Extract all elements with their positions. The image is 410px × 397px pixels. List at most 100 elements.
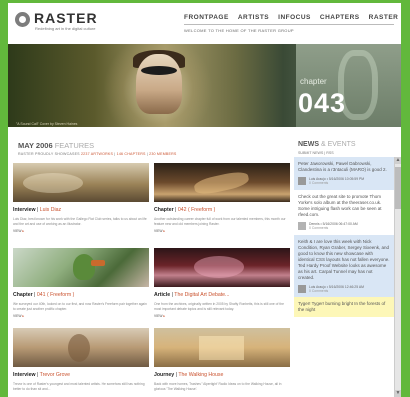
feature-thumbnail[interactable] bbox=[13, 328, 149, 367]
news-comments[interactable]: 0 Comments bbox=[309, 289, 328, 293]
news-item[interactable]: Tyger! Tyger! burning bright In the fore… bbox=[294, 297, 394, 318]
feature-subject[interactable]: Trevor Grove bbox=[40, 372, 70, 378]
news-text: Peter Jaworowski, Pawel Dabrowski, Cland… bbox=[298, 161, 387, 172]
meta-artworks[interactable]: 2237 ARTWORKS bbox=[81, 152, 113, 156]
feature-view-link[interactable]: VIEW ▸ bbox=[154, 314, 290, 318]
feature-kind: Chapter bbox=[13, 292, 33, 298]
feature-text: Another outstanding career chapter full … bbox=[154, 217, 286, 226]
feature-kind: Interview bbox=[13, 372, 36, 378]
feature-card: Interview | Luis Diaz Luis Diaz, best kn… bbox=[13, 163, 149, 233]
news-meta-text: Dennis • 5/16/2006 06:47:00 AM 0 Comment… bbox=[309, 221, 358, 231]
news-author[interactable]: Luis Araujo bbox=[309, 285, 326, 289]
hero-mask bbox=[141, 66, 177, 75]
avatar[interactable] bbox=[298, 284, 306, 293]
news-author[interactable]: Dennis bbox=[309, 222, 320, 226]
news-item[interactable]: Keith & I are love this week with Nick C… bbox=[294, 234, 394, 298]
feature-subject[interactable]: 041 ( Freeform ) bbox=[37, 292, 74, 298]
arrow-icon: ▸ bbox=[163, 314, 166, 319]
feature-thumbnail[interactable] bbox=[13, 248, 149, 287]
logo-icon[interactable] bbox=[15, 12, 30, 27]
news-submit-links[interactable]: SUBMIT NEWS | RSS bbox=[298, 151, 334, 155]
news-list: Peter Jaworowski, Pawel Dabrowski, Cland… bbox=[294, 157, 394, 397]
scroll-thumb[interactable] bbox=[395, 167, 401, 209]
feature-view-link[interactable]: VIEW ▸ bbox=[154, 229, 290, 233]
feature-subject[interactable]: 042 ( Freeform ) bbox=[178, 207, 215, 213]
feature-thumbnail[interactable] bbox=[154, 163, 290, 202]
feature-subject[interactable]: The Digital Art Debate... bbox=[174, 292, 229, 298]
chapter-number[interactable]: 043 bbox=[298, 88, 346, 119]
news-scrollbar[interactable]: ▲ ▼ bbox=[394, 157, 401, 397]
news-date: 5/16/2006 12:46:25 AM bbox=[328, 284, 364, 289]
feature-view-link[interactable]: VIEW ▸ bbox=[13, 314, 149, 318]
feature-text: Back with more homes, Trashes' 'Alpertig… bbox=[154, 382, 282, 391]
scroll-down-icon[interactable]: ▼ bbox=[395, 390, 401, 397]
feature-subject[interactable]: Luis Diaz bbox=[40, 207, 61, 213]
features-title-light: FEATURES bbox=[54, 141, 95, 150]
news-text: Tyger! Tyger! burning bright In the fore… bbox=[298, 301, 386, 313]
news-title: NEWS & EVENTS bbox=[298, 141, 356, 148]
meta-members[interactable]: 230 MEMBERS bbox=[149, 152, 176, 156]
feature-card: Article | The Digital Art Debate... One … bbox=[154, 248, 290, 318]
meta-prefix: RASTER PROUDLY SHOWCASES bbox=[18, 152, 80, 156]
features-title-bold: MAY 2006 bbox=[18, 141, 53, 150]
scroll-up-icon[interactable]: ▲ bbox=[395, 157, 401, 164]
feature-view-link[interactable]: VIEW ▸ bbox=[13, 229, 149, 233]
features-meta: RASTER PROUDLY SHOWCASES 2237 ARTWORKS |… bbox=[18, 152, 177, 156]
news-author[interactable]: Luis Araujo bbox=[309, 177, 326, 181]
feature-title[interactable]: Journey | The Walking House bbox=[154, 372, 290, 378]
welcome-text: WELCOME TO THE HOME OF THE RASTER GROUP bbox=[184, 28, 294, 33]
feature-text: One from the archives, originally writte… bbox=[154, 302, 284, 311]
feature-title[interactable]: Article | The Digital Art Debate... bbox=[154, 292, 290, 298]
nav-raster[interactable]: RASTER bbox=[369, 14, 399, 21]
news-text: Check out the great site to promote Thom… bbox=[298, 193, 382, 217]
news-text: Keith & I are love this week with Nick C… bbox=[298, 238, 390, 280]
nav-divider bbox=[184, 24, 394, 25]
feature-title[interactable]: Chapter | 041 ( Freeform ) bbox=[13, 292, 149, 298]
feature-kind: Chapter bbox=[154, 207, 174, 213]
feature-text: We surveyed our 40th, looked on to our f… bbox=[13, 302, 147, 311]
nav-chapters[interactable]: CHAPTERS bbox=[320, 14, 360, 21]
hero-caption: "A Sound Call" Cover by Steven Haines bbox=[16, 122, 78, 126]
page: RASTER Redefining art in the digital cul… bbox=[8, 3, 401, 397]
feature-thumbnail[interactable] bbox=[13, 163, 149, 202]
news-meta-text: Luis Araujo • 5/16/2006 10:05:59 PM 0 Co… bbox=[309, 177, 365, 186]
feature-card: Journey | The Walking House Back with mo… bbox=[154, 328, 290, 391]
meta-sep2: | bbox=[146, 152, 148, 156]
feature-subject[interactable]: The Walking House bbox=[178, 372, 223, 378]
meta-sep1: | bbox=[114, 152, 116, 156]
news-comments[interactable]: 0 Comments bbox=[309, 226, 328, 230]
avatar[interactable] bbox=[298, 221, 306, 230]
meta-chapters[interactable]: 146 CHAPTERS bbox=[117, 152, 146, 156]
nav-infocus[interactable]: INFOCUS bbox=[278, 14, 311, 21]
feature-thumbnail[interactable] bbox=[154, 328, 290, 367]
feature-thumbnail[interactable] bbox=[154, 248, 290, 287]
hero-banner[interactable]: "A Sound Call" Cover by Steven Haines ch… bbox=[8, 44, 401, 127]
news-meta: Luis Araujo • 5/16/2006 10:05:59 PM 0 Co… bbox=[298, 177, 390, 186]
feature-title[interactable]: Chapter | 042 ( Freeform ) bbox=[154, 207, 290, 213]
news-item[interactable]: Check out the great site to promote Thom… bbox=[294, 189, 394, 235]
feature-kind: Article bbox=[154, 292, 171, 298]
news-comments[interactable]: 0 Comments bbox=[309, 181, 328, 185]
tagline: Redefining art in the digital culture bbox=[35, 26, 96, 31]
feature-text: Luis Diaz, best known for his work with … bbox=[13, 217, 147, 226]
hero-figure bbox=[136, 54, 182, 114]
news-item[interactable]: Peter Jaworowski, Pawel Dabrowski, Cland… bbox=[294, 157, 394, 190]
logo-text[interactable]: RASTER bbox=[34, 10, 98, 26]
news-meta-text: Luis Araujo • 5/16/2006 12:46:25 AM 0 Co… bbox=[309, 284, 364, 294]
news-date: 5/16/2006 06:47:00 AM bbox=[322, 221, 358, 226]
chapter-label: chapter bbox=[300, 77, 327, 86]
feature-kind: Interview bbox=[13, 207, 36, 213]
news-panel: NEWS & EVENTS SUBMIT NEWS | RSS Peter Ja… bbox=[294, 134, 401, 397]
feature-card: Interview | Trevor Grove Trevor is one o… bbox=[13, 328, 149, 391]
news-date: 5/16/2006 10:05:59 PM bbox=[328, 177, 365, 181]
feature-title[interactable]: Interview | Luis Diaz bbox=[13, 207, 149, 213]
news-meta: Dennis • 5/16/2006 06:47:00 AM 0 Comment… bbox=[298, 221, 390, 231]
feature-card: Chapter | 041 ( Freeform ) We surveyed o… bbox=[13, 248, 149, 318]
nav-frontpage[interactable]: FRONTPAGE bbox=[184, 14, 229, 21]
news-title-bold: NEWS bbox=[298, 141, 319, 148]
header: RASTER Redefining art in the digital cul… bbox=[8, 3, 401, 41]
nav-artists[interactable]: ARTISTS bbox=[238, 14, 269, 21]
avatar[interactable] bbox=[298, 177, 306, 185]
feature-title[interactable]: Interview | Trevor Grove bbox=[13, 372, 149, 378]
feature-text: Trevor is one of Raster's youngest and m… bbox=[13, 382, 145, 391]
